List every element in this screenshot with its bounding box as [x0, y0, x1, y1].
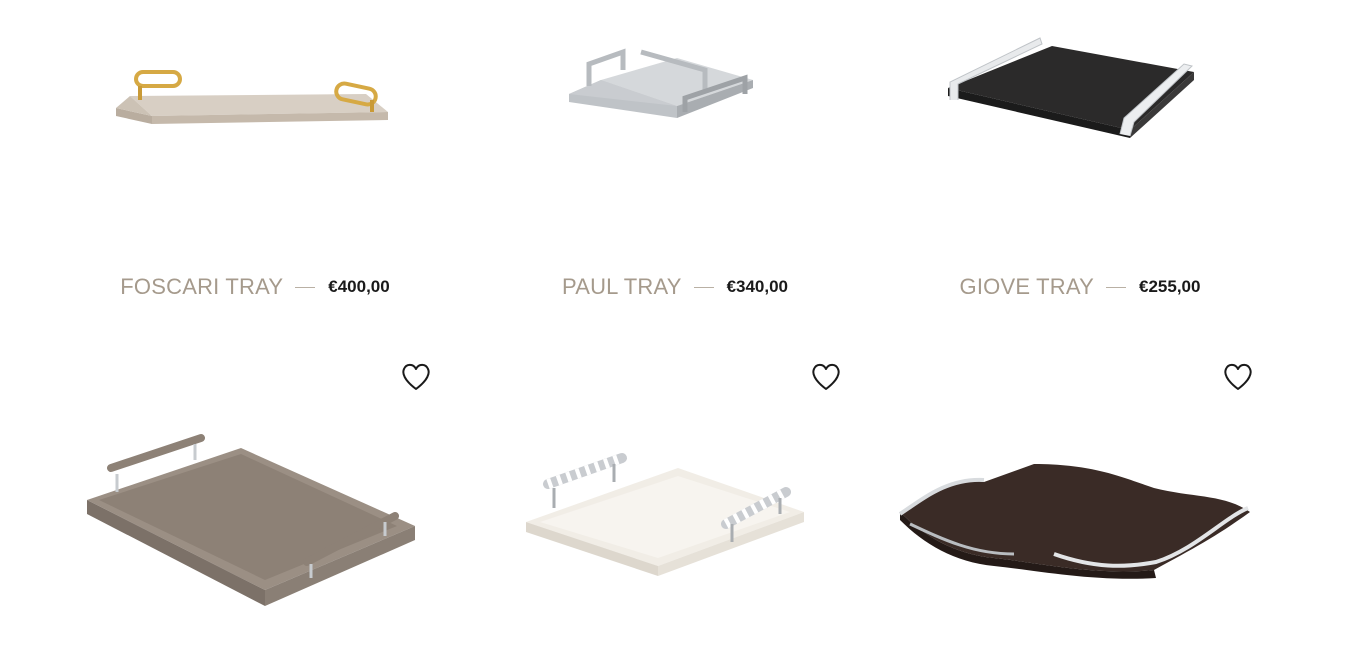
taupe-leather-tray-image[interactable]	[85, 430, 445, 610]
product-name[interactable]: FOSCARI TRAY	[120, 274, 283, 300]
product-card-dark-wave-tray[interactable]	[880, 340, 1280, 668]
product-card-paul[interactable]: PAUL TRAY €340,00	[470, 0, 880, 310]
separator	[295, 286, 316, 288]
heart-icon[interactable]	[1222, 362, 1254, 392]
paul-tray-image[interactable]	[565, 40, 765, 130]
product-price: €255,00	[1139, 277, 1201, 296]
separator	[693, 286, 714, 288]
product-name[interactable]: GIOVE TRAY	[960, 274, 1094, 300]
product-price: €400,00	[328, 277, 390, 296]
heart-icon[interactable]	[810, 362, 842, 392]
product-card-foscari[interactable]: FOSCARI TRAY €400,00	[60, 0, 450, 310]
separator	[1106, 286, 1126, 288]
product-card-giove[interactable]: GIOVE TRAY €255,00	[880, 0, 1280, 310]
ivory-leather-tray-image[interactable]	[522, 450, 812, 580]
product-name[interactable]: PAUL TRAY	[562, 274, 682, 300]
product-price: €340,00	[726, 277, 789, 296]
dark-wave-tray-image[interactable]	[894, 458, 1256, 580]
product-card-ivory-tray[interactable]	[470, 340, 880, 668]
heart-icon[interactable]	[400, 362, 432, 392]
foscari-tray-image[interactable]	[110, 60, 400, 140]
giove-tray-image[interactable]	[940, 30, 1200, 150]
product-card-taupe-tray[interactable]	[60, 340, 450, 668]
